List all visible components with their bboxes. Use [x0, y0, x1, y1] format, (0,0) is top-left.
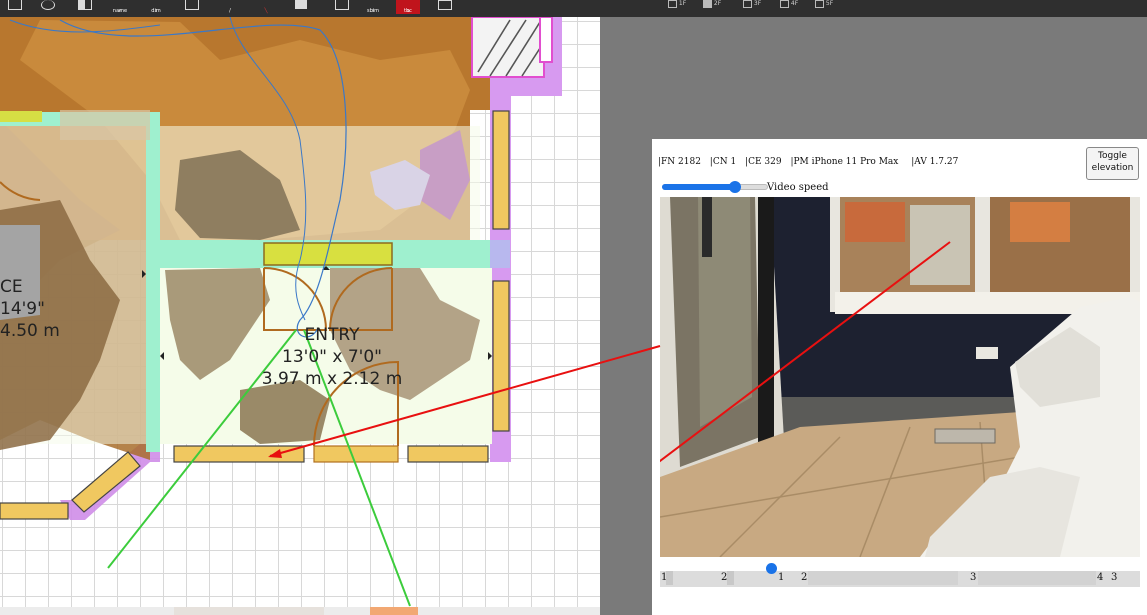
room-label-living: CE 14'9" 4.50 m	[0, 276, 60, 342]
room-name: CE	[0, 277, 23, 297]
scrollbar-thumb	[370, 607, 418, 615]
photo-viewer-panel: |FN 2182 |CN 1 |CE 329 |PM iPhone 11 Pro…	[652, 139, 1147, 615]
floor-plan-canvas[interactable]: CE 14'9" 4.50 m ENTRY 13'0" x 7'0" 3.97 …	[0, 17, 600, 615]
room-dim-imperial: 13'0" x 7'0"	[282, 347, 382, 367]
pin-icon[interactable]	[35, 0, 59, 14]
dim-search-icon[interactable]: ⌕ dim	[144, 0, 168, 14]
slider-fill	[662, 184, 735, 190]
room-dim-imperial: 14'9"	[0, 299, 45, 319]
timeline-label: 2	[801, 572, 808, 583]
frame-timeline[interactable]: 1 2 1 2 3 4 3	[660, 563, 1140, 587]
pen-icon[interactable]: /	[218, 0, 242, 14]
door-opening	[263, 242, 393, 266]
meta-ce: |CE 329	[745, 157, 782, 167]
video-speed-slider[interactable]	[662, 181, 768, 193]
timeline-label: 3	[970, 572, 977, 583]
slider-thumb[interactable]	[728, 181, 741, 193]
timeline-label: 1	[778, 572, 785, 583]
sbim-search-icon[interactable]: ⌕ sbim	[361, 0, 385, 14]
room-dim-metric: 3.97 m x 2.12 m	[261, 369, 403, 389]
window	[492, 110, 510, 230]
name-search-icon[interactable]: ⌕ name	[108, 0, 132, 14]
window	[71, 451, 141, 513]
tag-icon[interactable]: ⌂ tbc	[396, 0, 420, 14]
scan-texture	[60, 110, 150, 140]
floor-tab-5[interactable]: 5F	[815, 0, 833, 8]
window	[0, 502, 69, 520]
floor-tab-1[interactable]: 1F	[668, 0, 686, 8]
window	[492, 280, 510, 432]
room-photo[interactable]	[660, 197, 1140, 557]
floor-icon	[703, 0, 712, 8]
timeline-marker	[727, 571, 734, 585]
interior-wall	[146, 112, 160, 452]
floor-plan-drawing	[0, 17, 600, 615]
door-opening	[313, 445, 399, 463]
floor-icon	[815, 0, 824, 8]
floor-tab-4[interactable]: 4F	[780, 0, 798, 8]
timeline-marker	[666, 571, 673, 585]
door-opening	[0, 111, 42, 122]
floor-tab-2[interactable]: 2F	[703, 0, 721, 8]
room-name: ENTRY	[304, 325, 360, 345]
frame-icon[interactable]	[2, 0, 26, 14]
meta-phone-model: |PM iPhone 11 Pro Max	[790, 157, 899, 167]
room-photo-drawing	[660, 197, 1140, 557]
floor-icon	[780, 0, 789, 8]
toolbar: ⌕ name ⌕ dim / ╲ ⌕ sbim ⌂ tbc 1F 2F 3F 4F 5F	[0, 0, 1147, 17]
floor-icon	[668, 0, 677, 8]
interior-wall	[490, 240, 510, 268]
timeline-label: 4	[1097, 572, 1104, 583]
room-dim-metric: 4.50 m	[0, 321, 60, 341]
meta-camera-number: |CN 1	[709, 157, 737, 167]
timeline-segment	[808, 571, 958, 585]
timeline-segment	[978, 571, 1096, 585]
toggle-elevation-button[interactable]: Toggle elevation	[1086, 147, 1139, 180]
rect-icon[interactable]	[329, 0, 353, 14]
meta-app-version: |AV 1.7.27	[911, 157, 959, 167]
floor-tab-3[interactable]: 3F	[743, 0, 761, 8]
plus-box-icon[interactable]	[179, 0, 203, 14]
fill-icon[interactable]	[289, 0, 313, 14]
room-label-entry: ENTRY 13'0" x 7'0" 3.97 m x 2.12 m	[250, 324, 414, 390]
video-speed-label: Video speed	[767, 182, 829, 193]
line-tool-icon[interactable]: ╲	[254, 0, 278, 14]
capture-metadata: |FN 2182 |CN 1 |CE 329 |PM iPhone 11 Pro…	[658, 157, 964, 167]
floor-icon	[743, 0, 752, 8]
timeline-playhead[interactable]	[765, 563, 777, 574]
window	[407, 445, 489, 463]
timeline-label: 3	[1111, 572, 1118, 583]
split-icon[interactable]	[72, 0, 96, 14]
wall-segment	[539, 17, 553, 63]
scrollbar-thumb	[174, 607, 324, 615]
meta-frame-number: |FN 2182	[658, 157, 701, 167]
square-icon[interactable]	[432, 0, 456, 14]
